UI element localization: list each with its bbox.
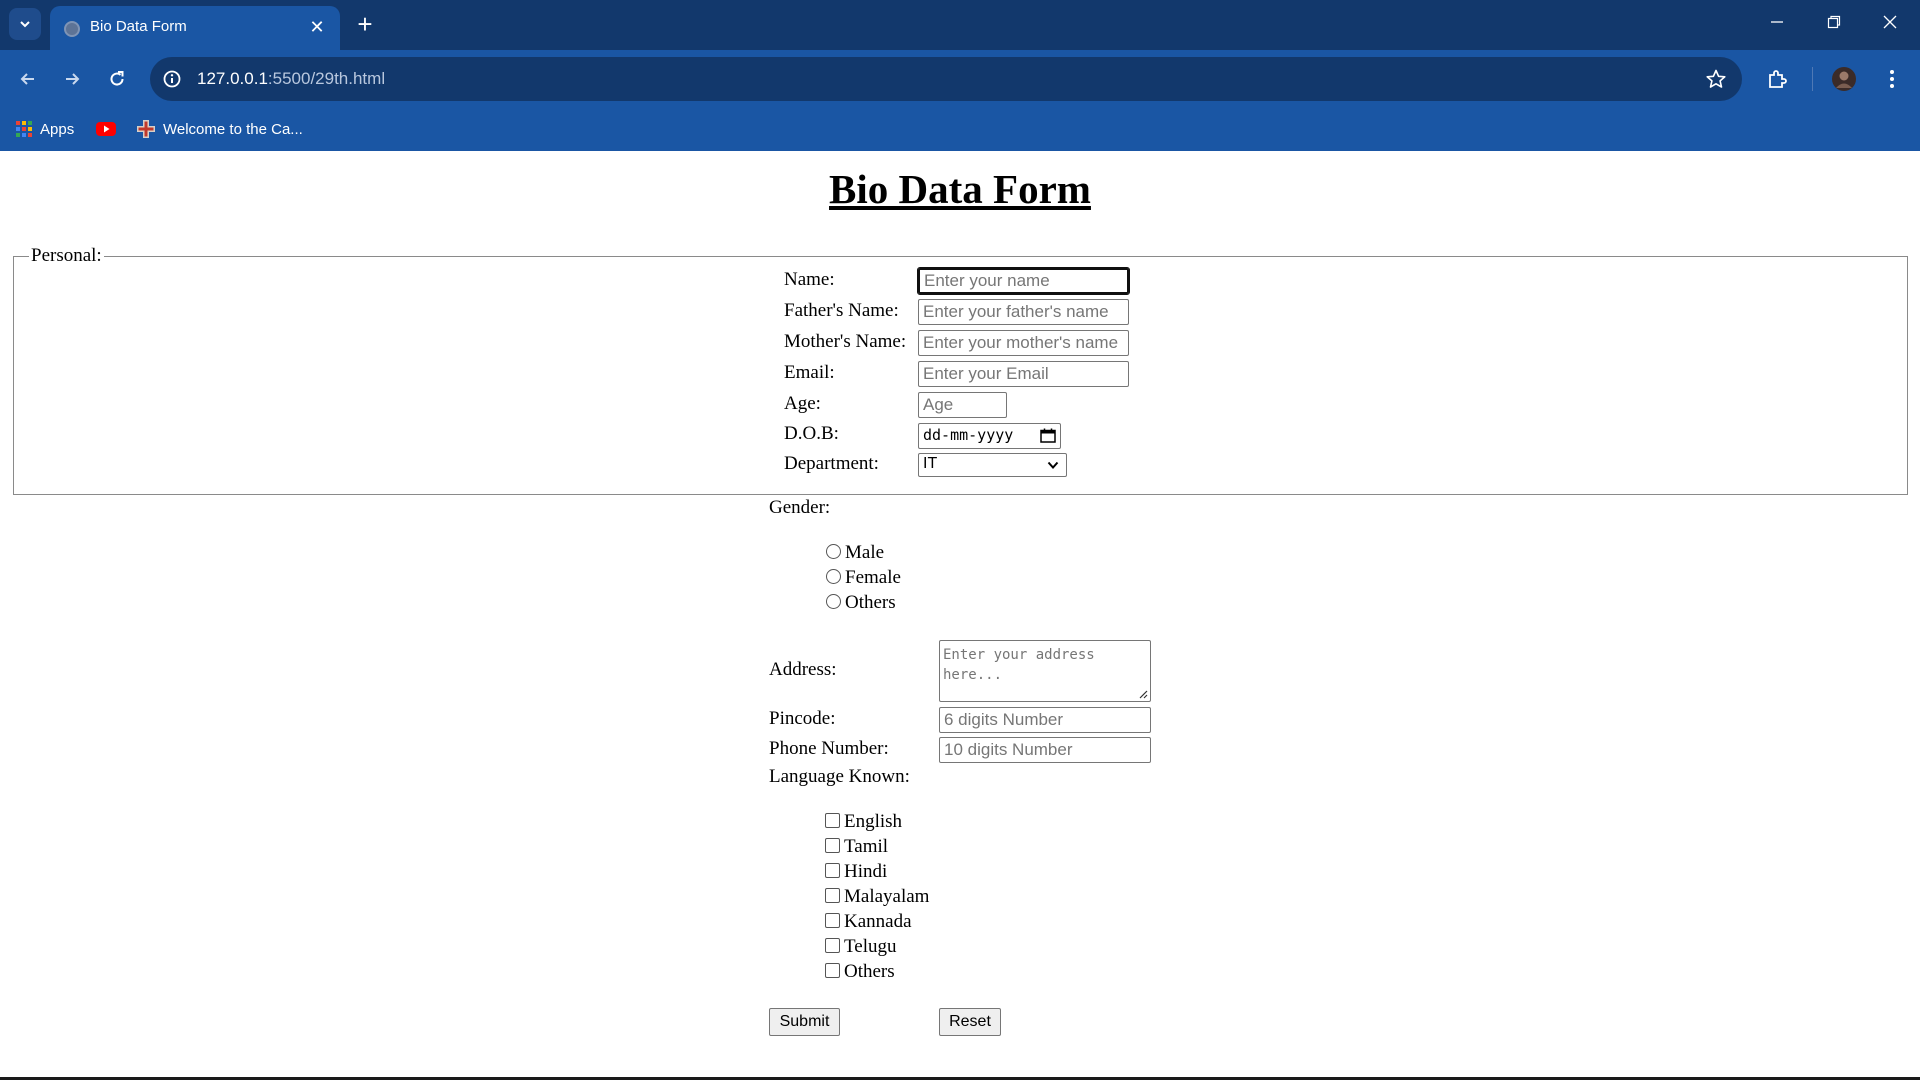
- phone-input[interactable]: [939, 737, 1151, 763]
- language-checkbox-telugu[interactable]: [825, 938, 840, 953]
- chevron-down-icon: [1047, 461, 1059, 469]
- arrow-right-icon: [66, 73, 80, 85]
- pincode-label: Pincode:: [769, 708, 836, 729]
- tab-title: Bio Data Form: [90, 18, 187, 35]
- reload-icon: [110, 71, 124, 86]
- close-window-icon[interactable]: [1877, 12, 1903, 38]
- site-info-icon[interactable]: [160, 67, 184, 91]
- fathers-name-input[interactable]: [918, 299, 1129, 325]
- reload-button[interactable]: [101, 63, 133, 95]
- menu-kebab-icon[interactable]: [1876, 63, 1908, 95]
- tab-search-button[interactable]: [9, 8, 41, 40]
- browser-toolbar: 127.0.0.1:5500/29th.html: [0, 50, 1920, 108]
- dob-value: dd-mm-yyyy: [923, 426, 1014, 444]
- language-checkbox-kannada[interactable]: [825, 913, 840, 928]
- department-label: Department:: [784, 453, 879, 474]
- bookmark-star-icon[interactable]: [1704, 67, 1728, 91]
- phone-label: Phone Number:: [769, 738, 889, 759]
- fathers-name-label: Father's Name:: [784, 300, 899, 321]
- gender-option-others: Others: [845, 592, 896, 613]
- puzzle-icon: [1769, 70, 1787, 88]
- personal-legend: Personal:: [31, 245, 102, 266]
- language-option-hindi: Hindi: [844, 861, 888, 882]
- mothers-name-label: Mother's Name:: [784, 331, 907, 352]
- arrow-left-icon: [20, 73, 34, 85]
- apps-grid-icon: [16, 121, 32, 137]
- name-input[interactable]: [917, 267, 1130, 295]
- cross-emblem-icon: [137, 120, 155, 138]
- email-label: Email:: [784, 362, 835, 383]
- language-option-telugu: Telugu: [844, 936, 897, 957]
- bookmarks-bar: Apps Welcome to the Ca...: [0, 108, 1920, 151]
- profile-avatar[interactable]: [1828, 63, 1860, 95]
- reset-button[interactable]: Reset: [939, 1008, 1001, 1036]
- language-checkbox-english[interactable]: [825, 813, 840, 828]
- language-checkbox-others[interactable]: [825, 963, 840, 978]
- address-label: Address:: [769, 659, 837, 680]
- calendar-icon[interactable]: [1040, 428, 1056, 443]
- address-bar[interactable]: 127.0.0.1:5500/29th.html: [150, 57, 1742, 101]
- resize-grip-icon[interactable]: [1138, 689, 1148, 699]
- mothers-name-input[interactable]: [918, 330, 1129, 356]
- name-label: Name:: [784, 269, 835, 290]
- gender-option-male: Male: [845, 542, 885, 563]
- language-checkbox-hindi[interactable]: [825, 863, 840, 878]
- gender-radio-male[interactable]: [826, 544, 841, 559]
- toolbar-divider: [1812, 67, 1813, 91]
- age-label: Age:: [784, 393, 821, 414]
- forward-button[interactable]: [56, 63, 88, 95]
- language-option-english: English: [844, 811, 903, 832]
- dob-input[interactable]: dd-mm-yyyy: [918, 423, 1061, 449]
- url-text: 127.0.0.1:5500/29th.html: [197, 69, 386, 88]
- browser-chrome: Bio Data Form ✕ + 127.0.0.1:5500/29th.ht…: [0, 0, 1920, 151]
- dob-label: D.O.B:: [784, 423, 839, 444]
- youtube-icon: [96, 122, 116, 136]
- bookmark-apps[interactable]: Apps: [16, 116, 74, 142]
- new-tab-button[interactable]: +: [352, 11, 378, 38]
- language-checkbox-tamil[interactable]: [825, 838, 840, 853]
- minimize-icon[interactable]: [1764, 12, 1790, 38]
- bookmark-label: Welcome to the Ca...: [163, 120, 303, 138]
- globe-icon: [64, 21, 80, 37]
- bookmark-label: Apps: [40, 120, 75, 138]
- close-tab-icon[interactable]: ✕: [306, 16, 328, 38]
- chevron-down-icon: [20, 21, 30, 28]
- submit-button[interactable]: Submit: [769, 1008, 840, 1036]
- department-select[interactable]: IT: [918, 453, 1067, 477]
- pincode-input[interactable]: [939, 707, 1151, 733]
- gender-option-female: Female: [845, 567, 901, 588]
- email-input[interactable]: [918, 361, 1129, 387]
- extensions-button[interactable]: [1761, 63, 1793, 95]
- back-button[interactable]: [12, 63, 44, 95]
- address-placeholder: Enter your address here...: [943, 647, 1095, 683]
- restore-icon[interactable]: [1821, 12, 1847, 38]
- gender-radio-female[interactable]: [826, 569, 841, 584]
- language-checkbox-malayalam[interactable]: [825, 888, 840, 903]
- department-selected: IT: [923, 455, 938, 472]
- age-input[interactable]: [918, 392, 1007, 418]
- language-label: Language Known:: [769, 766, 910, 787]
- bookmark-welcome[interactable]: Welcome to the Ca...: [137, 116, 303, 142]
- gender-label: Gender:: [769, 497, 831, 518]
- language-option-others: Others: [844, 961, 895, 982]
- tab-strip: Bio Data Form ✕ +: [0, 0, 1920, 50]
- gender-radio-others[interactable]: [826, 594, 841, 609]
- page-title: Bio Data Form: [829, 166, 1091, 212]
- address-textarea[interactable]: Enter your address here...: [939, 640, 1151, 702]
- language-option-kannada: Kannada: [844, 911, 912, 932]
- language-option-tamil: Tamil: [844, 836, 889, 857]
- bookmark-youtube[interactable]: [96, 116, 116, 142]
- language-option-malayalam: Malayalam: [844, 886, 930, 907]
- tab-bio-data-form[interactable]: Bio Data Form ✕: [50, 6, 340, 50]
- page-content: Bio Data Form Personal: Name: Father's N…: [0, 151, 1920, 1080]
